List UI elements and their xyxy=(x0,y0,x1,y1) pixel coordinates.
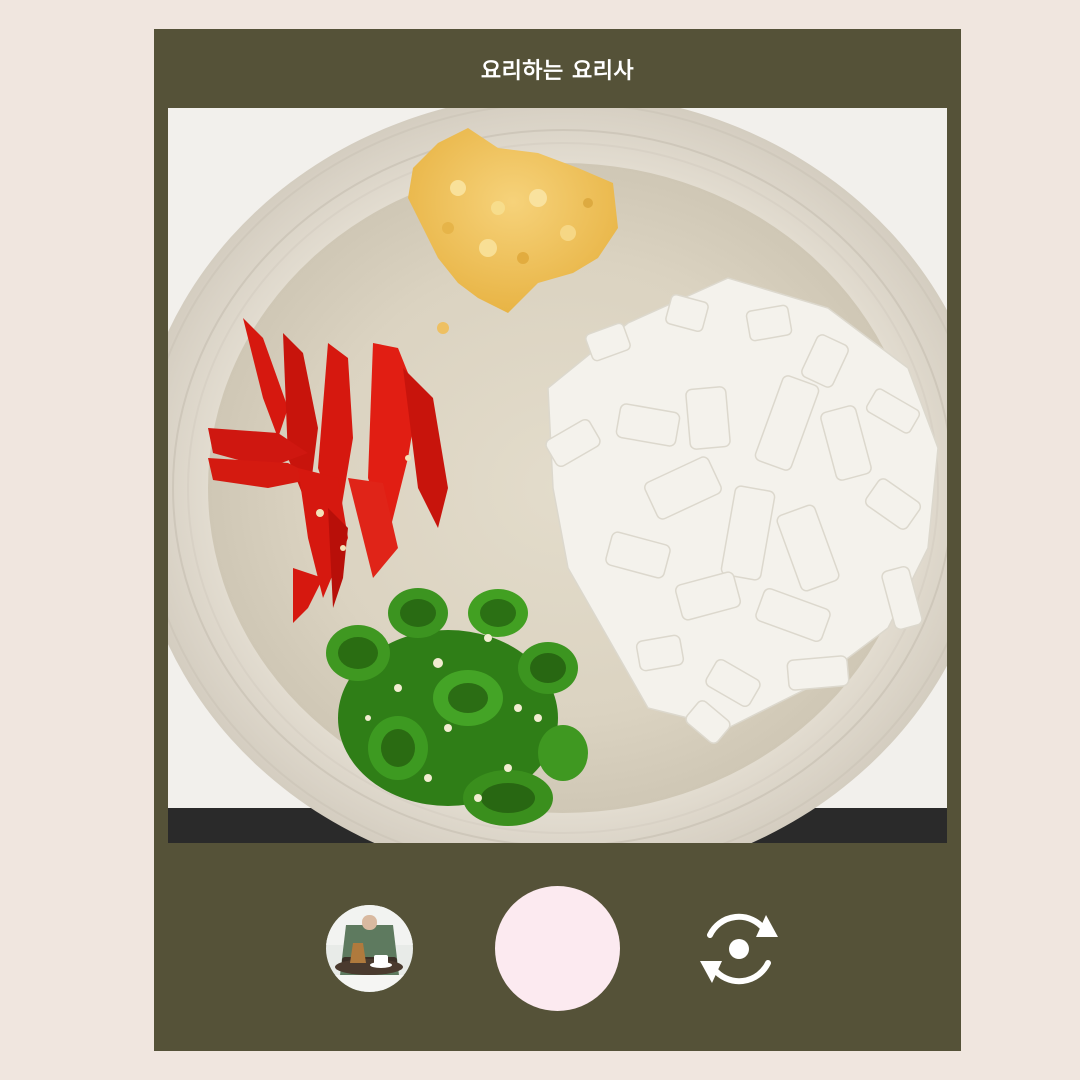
plate-photo xyxy=(168,108,947,843)
gallery-thumbnail-icon xyxy=(326,905,413,992)
app-title: 요리하는 요리사 xyxy=(480,58,635,84)
flip-camera-icon xyxy=(700,913,778,985)
shutter-button[interactable] xyxy=(495,886,620,1011)
camera-viewfinder[interactable] xyxy=(168,108,947,843)
gallery-thumbnail-button[interactable] xyxy=(326,905,413,992)
flip-camera-button[interactable] xyxy=(694,907,784,991)
camera-app-frame: 요리하는 요리사 xyxy=(154,29,961,1051)
